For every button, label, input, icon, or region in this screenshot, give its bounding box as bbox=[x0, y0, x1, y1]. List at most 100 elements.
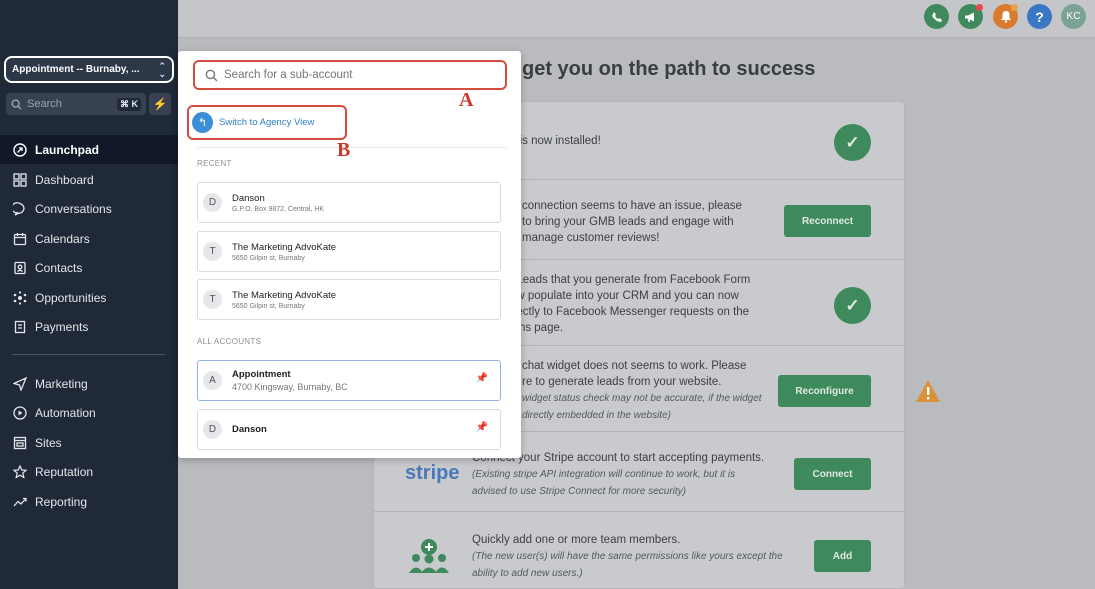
nav-calendars[interactable]: Calendars bbox=[0, 224, 178, 253]
account-item[interactable]: D Danson 📌 bbox=[197, 409, 501, 450]
phone-button[interactable] bbox=[924, 4, 949, 29]
nav-label: Marketing bbox=[35, 376, 88, 391]
chevron-updown-icon: ⌃ ⌄ bbox=[158, 60, 166, 79]
nav-launchpad[interactable]: Launchpad bbox=[0, 135, 178, 164]
help-icon: ? bbox=[1035, 8, 1044, 25]
row-text: Quickly add one or more team members. (T… bbox=[472, 534, 783, 579]
nav-dashboard[interactable]: Dashboard bbox=[0, 165, 178, 194]
stripe-logo: stripe bbox=[405, 462, 460, 484]
nav-opportunities[interactable]: Opportunities bbox=[0, 283, 178, 312]
nav-label: Reputation bbox=[35, 464, 94, 479]
contact-card-icon bbox=[12, 260, 28, 276]
account-name: Danson bbox=[232, 424, 267, 435]
account-address: 4700 Kingsway, Burnaby, BC bbox=[232, 382, 348, 392]
notification-dot bbox=[1011, 4, 1018, 11]
nav-label: Contacts bbox=[35, 260, 83, 275]
search-shortcut: ⌘ K bbox=[117, 97, 141, 111]
reconnect-button[interactable]: Reconnect bbox=[784, 205, 871, 237]
search-icon bbox=[11, 98, 22, 110]
phone-icon bbox=[931, 11, 942, 22]
team-icon bbox=[409, 539, 449, 573]
account-address: 5650 Gilpin st, Burnaby bbox=[232, 302, 305, 310]
nav-automation[interactable]: Automation bbox=[0, 398, 178, 427]
trend-icon bbox=[12, 494, 28, 510]
nav-conversations[interactable]: Conversations bbox=[0, 194, 178, 223]
topbar: ? KC bbox=[178, 0, 1095, 38]
sidebar: Appointment -- Burnaby, ... ⌃ ⌄ Search ⌘ … bbox=[0, 0, 178, 589]
nav-payments[interactable]: Payments bbox=[0, 312, 178, 341]
account-name: The Marketing AdvoKate bbox=[232, 289, 337, 301]
bolt-icon: ⚡ bbox=[152, 97, 168, 111]
row-text: p is now installed! bbox=[510, 135, 601, 147]
notifications-button[interactable] bbox=[993, 4, 1018, 29]
nav-reputation[interactable]: Reputation bbox=[0, 457, 178, 486]
pin-icon[interactable]: 📌 bbox=[476, 373, 488, 384]
megaphone-icon bbox=[965, 12, 974, 22]
nav-label: Dashboard bbox=[35, 172, 94, 187]
account-initial: T bbox=[203, 242, 222, 261]
nav-label: Payments bbox=[35, 319, 89, 334]
account-name: Appointment bbox=[232, 369, 291, 380]
nav-label: Opportunities bbox=[35, 290, 107, 305]
all-accounts-heading: ALL ACCOUNTS bbox=[197, 337, 262, 346]
annotation-label-b: B bbox=[337, 139, 351, 161]
avatar-initials: KC bbox=[1066, 11, 1081, 22]
popup-divider bbox=[197, 147, 507, 148]
switch-to-agency-label: Switch to Agency View bbox=[219, 117, 315, 128]
nav-label: Reporting bbox=[35, 494, 88, 509]
account-item-selected[interactable]: A Appointment 4700 Kingsway, Burnaby, BC … bbox=[197, 360, 501, 401]
warning-icon bbox=[916, 380, 940, 402]
account-name: Danson bbox=[232, 192, 265, 204]
nav-marketing[interactable]: Marketing bbox=[0, 369, 178, 398]
sidebar-search[interactable]: Search ⌘ K bbox=[6, 93, 146, 115]
launchpad-row-team: Quickly add one or more team members. (T… bbox=[373, 512, 905, 589]
add-button[interactable]: Add bbox=[814, 540, 871, 572]
annotation-label-a: A bbox=[459, 89, 474, 111]
account-switcher-label: Appointment -- Burnaby, ... bbox=[12, 64, 140, 75]
subaccount-search[interactable] bbox=[193, 60, 507, 90]
announcements-button[interactable] bbox=[958, 4, 983, 29]
chat-icon bbox=[12, 201, 28, 217]
undo-arrow-icon: ↰ bbox=[192, 112, 213, 133]
help-button[interactable]: ? bbox=[1027, 4, 1052, 29]
nav-contacts[interactable]: Contacts bbox=[0, 253, 178, 282]
nav-sites[interactable]: Sites bbox=[0, 428, 178, 457]
notification-dot bbox=[976, 4, 983, 11]
send-icon bbox=[12, 376, 28, 392]
connect-button[interactable]: Connect bbox=[794, 458, 871, 490]
subaccount-search-input[interactable] bbox=[224, 69, 484, 81]
pin-icon[interactable]: 📌 bbox=[476, 422, 488, 433]
account-address: G.P.O. Box 9872, Central, HK bbox=[232, 205, 325, 213]
nav-reporting[interactable]: Reporting bbox=[0, 487, 178, 516]
recent-account-item[interactable]: T The Marketing AdvoKate 5650 Gilpin st, … bbox=[197, 279, 501, 320]
browser-icon bbox=[12, 435, 28, 451]
play-circle-icon bbox=[12, 405, 28, 421]
recent-account-item[interactable]: T The Marketing AdvoKate 5650 Gilpin st, … bbox=[197, 231, 501, 272]
nav-label: Sites bbox=[35, 435, 62, 450]
recent-heading: RECENT bbox=[197, 159, 232, 168]
nav-label: Automation bbox=[35, 405, 96, 420]
account-initial: D bbox=[203, 420, 222, 439]
rocket-icon bbox=[12, 142, 28, 158]
quick-action-button[interactable]: ⚡ bbox=[149, 93, 171, 115]
recent-account-item[interactable]: D Danson G.P.O. Box 9872, Central, HK bbox=[197, 182, 501, 223]
account-initial: D bbox=[203, 193, 222, 212]
switch-to-agency-view-button[interactable]: ↰ Switch to Agency View bbox=[187, 105, 347, 140]
account-initial: A bbox=[203, 371, 222, 390]
account-address: 5650 Gilpin st, Burnaby bbox=[232, 254, 305, 262]
nav-label: Calendars bbox=[35, 231, 90, 246]
check-icon: ✓ bbox=[834, 124, 871, 161]
row-text: ! Leads that you generate from Facebook … bbox=[510, 274, 751, 334]
account-name: The Marketing AdvoKate bbox=[232, 241, 337, 253]
reconfigure-button[interactable]: Reconfigure bbox=[778, 375, 871, 407]
page-title: get you on the path to success bbox=[522, 58, 816, 80]
sidebar-divider bbox=[12, 354, 165, 355]
account-initial: T bbox=[203, 290, 222, 309]
avatar[interactable]: KC bbox=[1061, 4, 1086, 29]
grid-icon bbox=[12, 172, 28, 188]
calendar-icon bbox=[12, 231, 28, 247]
check-icon: ✓ bbox=[834, 287, 871, 324]
row-text: chat widget does not seems to work. Plea… bbox=[522, 360, 762, 421]
account-switcher[interactable]: Appointment -- Burnaby, ... ⌃ ⌄ bbox=[4, 56, 174, 83]
network-icon bbox=[12, 290, 28, 306]
